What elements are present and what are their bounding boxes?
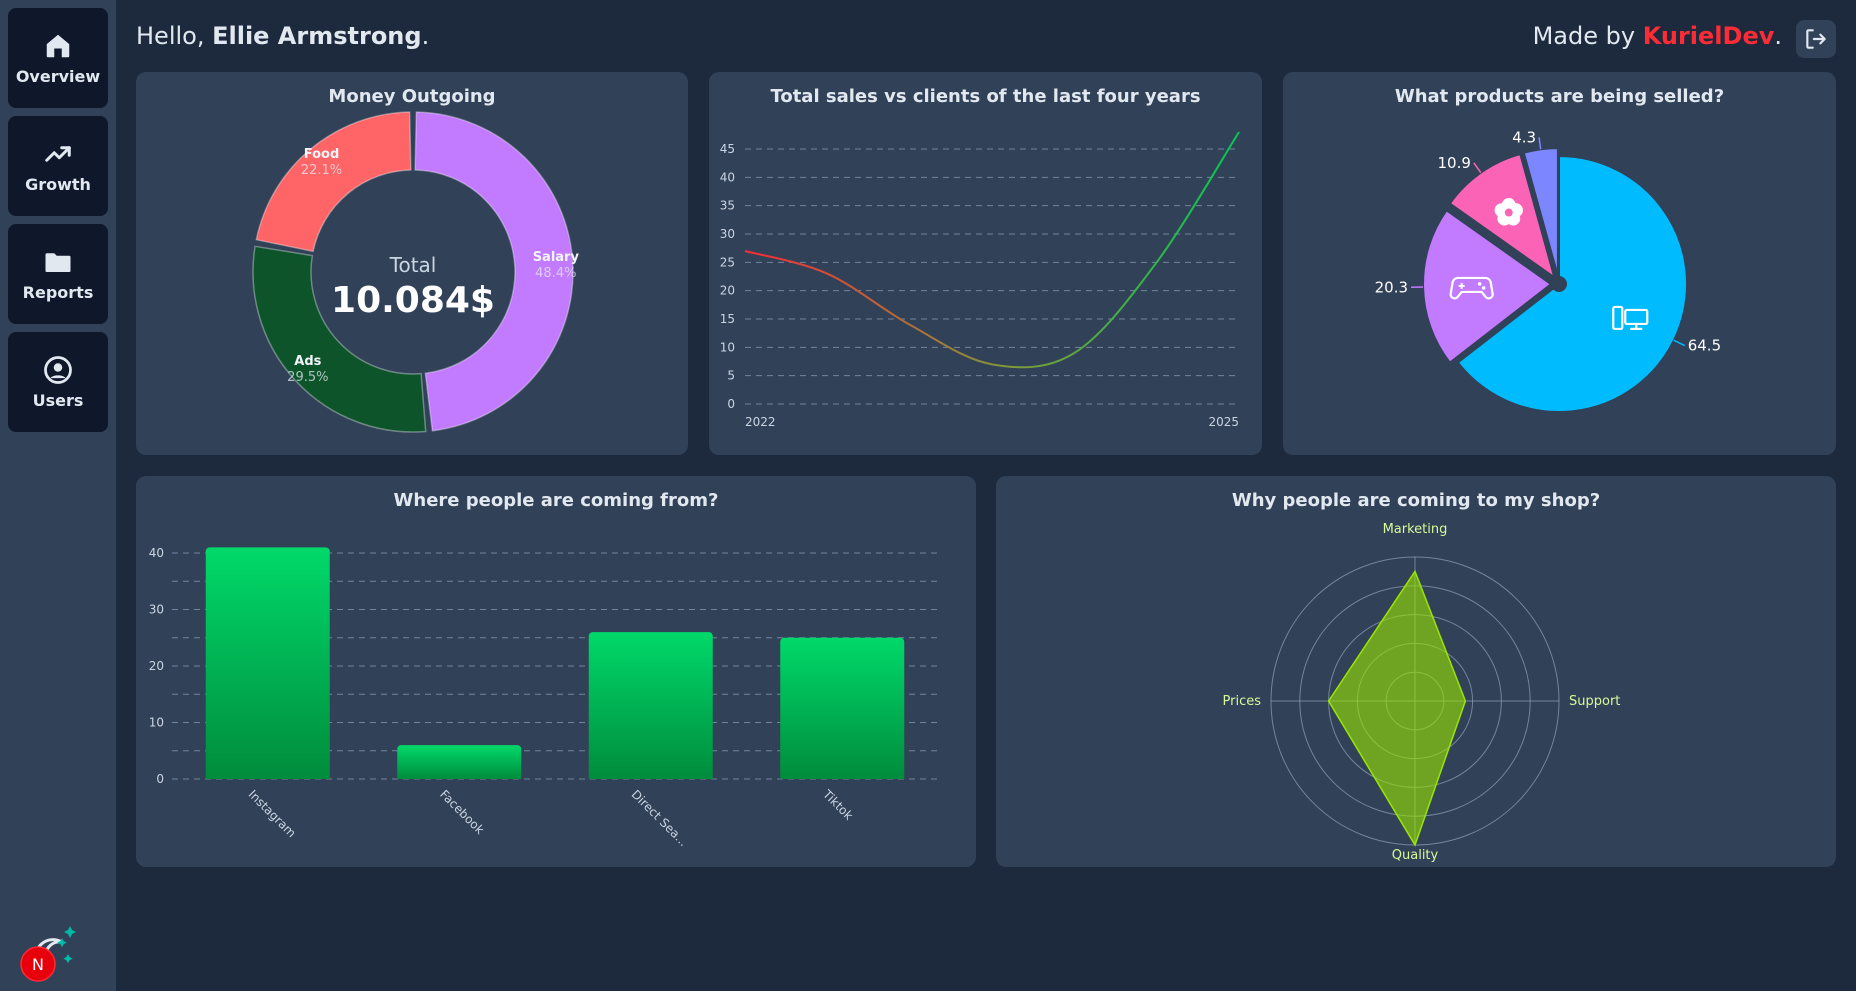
- line-x-tick: 2025: [1208, 415, 1239, 429]
- greeting-prefix: Hello,: [136, 22, 213, 50]
- logout-button[interactable]: [1796, 20, 1836, 58]
- donut-label-ads: Ads: [294, 354, 321, 369]
- nav-reports[interactable]: Reports: [8, 224, 108, 324]
- donut-label-food: Food: [304, 147, 340, 162]
- radar-chart: Marketing Support Quality Prices: [1223, 522, 1621, 863]
- user-circle-icon: [44, 355, 72, 384]
- donut-center-value: 10.084$: [331, 280, 495, 321]
- reasons-card: Why people are coming to my shop? Market…: [996, 476, 1836, 867]
- line-chart: 0510152025303540452022 2025: [720, 131, 1240, 429]
- bar-direct-sea: [588, 632, 713, 779]
- nav-overview-label: Overview: [15, 66, 101, 86]
- pie-center-dot: [1551, 276, 1567, 292]
- products-card: What products are being selled? 64.5 20.3…: [1283, 72, 1836, 455]
- madeby-suffix: .: [1774, 22, 1782, 50]
- user-name: Ellie Armstrong: [212, 22, 422, 50]
- line-y-tick: 35: [720, 199, 735, 213]
- bar-tiktok: [780, 637, 905, 779]
- pie-leader: [1473, 162, 1482, 174]
- donut-label-salary: Salary: [533, 250, 580, 265]
- traffic-sources-card: Where people are coming from? 0 10 20 30 40 I…: [136, 476, 976, 867]
- madeby-prefix: Made by: [1532, 22, 1643, 50]
- made-by: Made by KurielDev.: [1533, 22, 1782, 50]
- money-outgoing-card: Money Outgoing Total 10.084$ Salary 48.4%…: [136, 72, 688, 455]
- radar-axis-label: Prices: [1223, 694, 1262, 709]
- logout-icon: [1806, 29, 1826, 49]
- bar-y-tick: 0: [156, 772, 164, 786]
- pie-chart: 64.5 20.3 10.9 4.3: [1375, 128, 1721, 413]
- pie-value-label: 4.3: [1512, 128, 1536, 146]
- folder-icon: [45, 252, 71, 272]
- bar-facebook: [397, 745, 522, 779]
- line-x-tick: 2022: [745, 415, 776, 429]
- nav-growth-label: Growth: [25, 174, 91, 194]
- radar-axis-label: Quality: [1392, 848, 1439, 863]
- donut-chart: Total 10.084$ Salary48.4% Ads29.5% Food22.…: [252, 111, 580, 433]
- bar-x-tick: Facebook: [437, 787, 487, 837]
- bar-y-tick: 20: [149, 659, 164, 673]
- line-y-tick: 5: [727, 369, 735, 383]
- donut-slice-food: [255, 111, 412, 253]
- donut-percent-food: 22.1%: [301, 163, 342, 178]
- bar-y-tick: 30: [149, 603, 164, 617]
- bar-x-tick: Instagram: [246, 787, 299, 840]
- nav-overview[interactable]: Overview: [8, 8, 108, 108]
- line-y-tick: 40: [720, 170, 735, 184]
- line-y-tick: 45: [720, 142, 735, 156]
- bar-x-tick: Tiktok: [819, 787, 855, 823]
- sidebar: Overview Growth Reports Users N: [0, 0, 116, 991]
- line-series: [744, 131, 1240, 369]
- donut-percent-salary: 48.4%: [535, 266, 576, 281]
- greeting-suffix: .: [421, 22, 430, 50]
- line-y-tick: 0: [727, 397, 735, 411]
- sales-clients-card: Total sales vs clients of the last four …: [709, 72, 1262, 455]
- nav-users[interactable]: Users: [8, 332, 108, 432]
- radar-axis-label: Support: [1569, 694, 1620, 709]
- bar-y-tick: 40: [149, 546, 164, 560]
- pie-leader: [1673, 339, 1686, 347]
- line-y-tick: 15: [720, 312, 735, 326]
- brand-logo[interactable]: N: [18, 924, 80, 982]
- bar-chart: 0 10 20 30 40 Instagram Facebook Direct Sea... T…: [149, 546, 938, 849]
- trending-up-icon: [45, 145, 71, 162]
- bar-y-tick: 10: [149, 716, 164, 730]
- radar-axis-label: Marketing: [1383, 522, 1448, 537]
- bar-x-tick: Direct Sea...: [629, 787, 691, 849]
- pie-value-label: 64.5: [1688, 337, 1721, 355]
- avatar-letter: N: [32, 955, 44, 974]
- pie-leader: [1538, 137, 1542, 150]
- radar-area: [1327, 569, 1467, 847]
- nav-growth[interactable]: Growth: [8, 116, 108, 216]
- pie-value-label: 10.9: [1437, 154, 1470, 172]
- line-y-tick: 10: [720, 340, 735, 354]
- nav-reports-label: Reports: [22, 282, 94, 302]
- pie-value-label: 20.3: [1375, 278, 1408, 296]
- home-icon: [46, 34, 70, 57]
- greeting: Hello, Ellie Armstrong.: [136, 22, 429, 50]
- line-y-tick: 30: [720, 227, 735, 241]
- donut-percent-ads: 29.5%: [287, 370, 328, 385]
- line-y-tick: 25: [720, 255, 735, 269]
- bar-instagram: [205, 547, 330, 779]
- nav-users-label: Users: [32, 390, 84, 410]
- author-link[interactable]: KurielDev: [1643, 22, 1775, 50]
- donut-center-label: Total: [389, 253, 437, 277]
- line-y-tick: 20: [720, 284, 735, 298]
